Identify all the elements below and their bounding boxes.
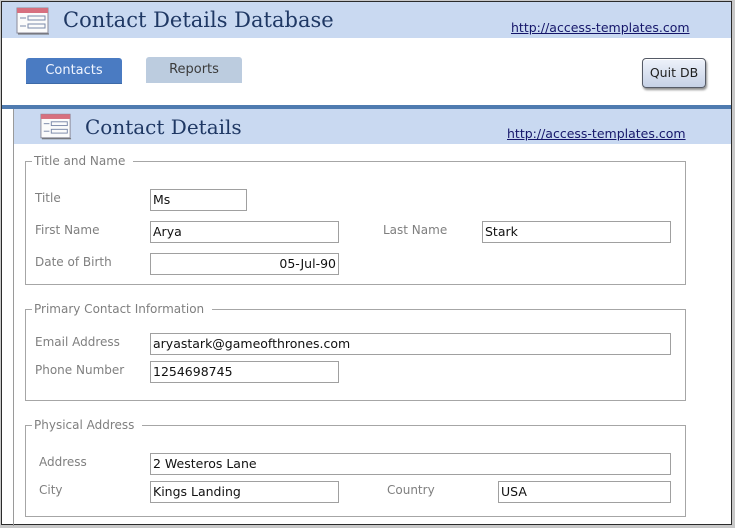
tab-contacts[interactable]: Contacts	[26, 58, 122, 84]
form-icon	[16, 7, 49, 35]
subform-border	[13, 109, 14, 526]
country-label: Country	[387, 483, 435, 497]
date-of-birth-label: Date of Birth	[35, 255, 112, 269]
country-field[interactable]: USA	[498, 481, 671, 503]
form-header-banner: Contact Details http://access-templates.…	[14, 109, 731, 144]
primary-contact-group: Primary Contact Information	[25, 301, 686, 401]
title-field[interactable]: Ms	[150, 189, 247, 211]
group-label: Primary Contact Information	[32, 301, 213, 317]
first-name-label: First Name	[35, 223, 100, 237]
email-field[interactable]: aryastark@gameofthrones.com	[150, 333, 671, 355]
address-field[interactable]: 2 Westeros Lane	[150, 453, 671, 475]
last-name-field[interactable]: Stark	[482, 221, 671, 243]
form-title: Contact Details	[85, 115, 242, 139]
quit-db-button[interactable]: Quit DB	[642, 58, 706, 88]
phone-field[interactable]: 1254698745	[150, 361, 339, 383]
city-field[interactable]: Kings Landing	[150, 481, 339, 503]
title-label: Title	[35, 191, 61, 205]
website-link[interactable]: http://access-templates.com	[511, 20, 690, 35]
phone-label: Phone Number	[35, 363, 125, 377]
address-label: Address	[39, 455, 87, 469]
form-website-link[interactable]: http://access-templates.com	[507, 126, 686, 141]
last-name-label: Last Name	[383, 223, 448, 237]
city-label: City	[39, 483, 63, 497]
email-label: Email Address	[35, 335, 120, 349]
app-header-banner: Contact Details Database http://access-t…	[2, 2, 731, 38]
tab-reports[interactable]: Reports	[146, 57, 242, 83]
date-of-birth-field[interactable]: 05-Jul-90	[150, 253, 339, 275]
group-label: Physical Address	[32, 417, 143, 433]
group-label: Title and Name	[32, 153, 134, 169]
app-title: Contact Details Database	[63, 8, 334, 32]
form-icon	[40, 113, 72, 140]
first-name-field[interactable]: Arya	[150, 221, 339, 243]
